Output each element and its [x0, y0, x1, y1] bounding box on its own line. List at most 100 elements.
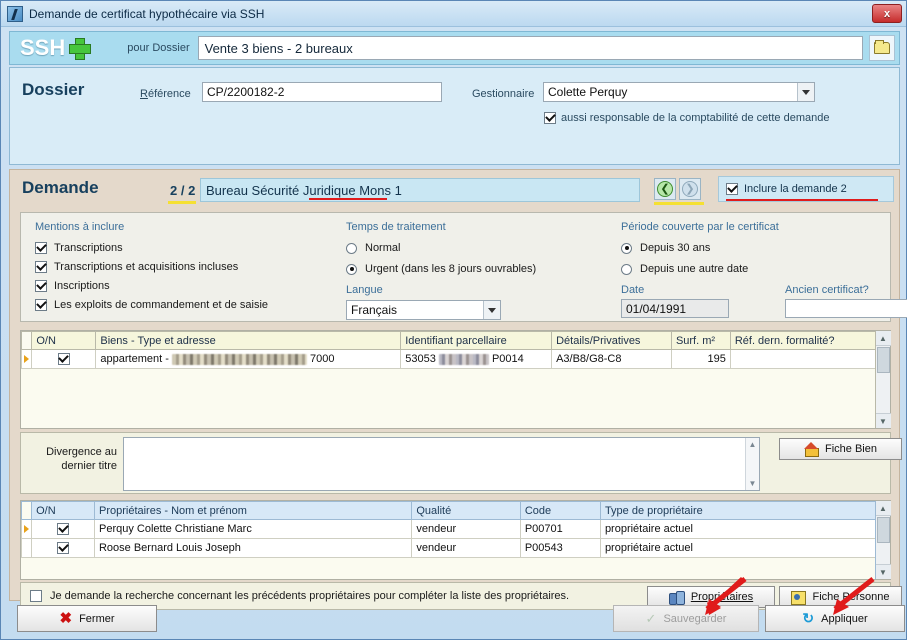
prop-cell-code-0[interactable]: P00701	[519, 519, 601, 539]
biens-th-5[interactable]: Réf. dern. formalité?	[729, 331, 891, 350]
recherche-checkbox[interactable]	[30, 590, 42, 602]
prop-th-1[interactable]: Propriétaires - Nom et prénom	[93, 501, 413, 520]
date-input[interactable]: 01/04/1991	[621, 299, 729, 318]
parcel-suffix: P0014	[491, 353, 524, 365]
prop-cell-qualite-0[interactable]: vendeur	[411, 519, 521, 539]
demande-nav-buttons: ❮ ❯	[654, 178, 701, 200]
proprietaires-scrollbar[interactable]: ▲ ▼	[875, 501, 891, 579]
scroll-thumb[interactable]	[876, 517, 890, 543]
mentions-checkbox-2[interactable]	[35, 280, 47, 292]
temps-radio-normal[interactable]	[346, 242, 357, 254]
periode-radio-autre[interactable]	[621, 263, 632, 275]
close-x-icon: ✖	[59, 610, 73, 627]
sauvegarder-label: Sauvegarder	[663, 612, 727, 625]
arrow-right-circle-icon: ❯	[682, 181, 698, 197]
bureau-field[interactable]: Bureau Sécurité Juridique Mons 1	[200, 178, 640, 202]
prop-cell-code-1[interactable]: P00543	[519, 538, 601, 558]
scroll-down-icon[interactable]: ▼	[875, 413, 891, 428]
mentions-item-0[interactable]: Transcriptions	[35, 242, 335, 254]
divergence-textarea[interactable]: ▲ ▼	[123, 437, 760, 491]
inclure-demande-label: Inclure la demande 2	[744, 183, 847, 195]
biens-cell-ref[interactable]	[729, 349, 891, 369]
prop-th-0[interactable]: O/N	[31, 501, 95, 520]
temps-item-0[interactable]: Normal	[346, 242, 606, 254]
biens-th-2[interactable]: Identifiant parcellaire	[400, 331, 553, 350]
periode-radio-30ans[interactable]	[621, 242, 632, 254]
options-group: Mentions à inclure Transcriptions Transc…	[20, 212, 907, 322]
table-row[interactable]: Perquy Colette Christiane Marc vendeur P…	[20, 519, 891, 539]
ancien-certificat-input[interactable]	[785, 299, 907, 318]
biens-th-0[interactable]: O/N	[31, 331, 97, 350]
periode-item-1[interactable]: Depuis une autre date	[621, 263, 886, 275]
ssh-header-band: SSH pour Dossier Vente 3 biens - 2 burea…	[9, 31, 900, 65]
biens-cell-parcelle[interactable]: 53053 P0014	[400, 349, 553, 369]
mentions-item-2[interactable]: Inscriptions	[35, 280, 335, 292]
table-row[interactable]: appartement - 7000 53053 P0014 A3/B8/G8-…	[20, 349, 891, 369]
prop-th-4[interactable]: Type de propriétaire	[599, 501, 891, 520]
dossier-field[interactable]: Vente 3 biens - 2 bureaux	[197, 36, 863, 60]
previous-demande-button[interactable]: ❮	[654, 178, 676, 200]
scroll-up-icon[interactable]: ▲	[749, 440, 757, 449]
mentions-item-3[interactable]: Les exploits de commandement et de saisi…	[35, 299, 335, 311]
biens-th-1[interactable]: Biens - Type et adresse	[95, 331, 402, 350]
scroll-down-icon[interactable]: ▼	[749, 479, 757, 488]
chevron-down-icon[interactable]	[483, 301, 500, 319]
scroll-up-icon[interactable]: ▲	[875, 501, 891, 516]
biens-th-3[interactable]: Détails/Privatives	[551, 331, 672, 350]
divergence-scrollbar[interactable]: ▲ ▼	[745, 438, 759, 490]
mentions-checkbox-0[interactable]	[35, 242, 47, 254]
mentions-checkbox-3[interactable]	[35, 299, 47, 311]
table-row[interactable]: Roose Bernard Louis Joseph vendeur P0054…	[20, 538, 891, 558]
gestionnaire-select[interactable]: Colette Perquy	[543, 82, 815, 102]
refresh-icon: ↻	[802, 610, 815, 626]
prop-cell-qualite-1[interactable]: vendeur	[411, 538, 521, 558]
biens-cell-surface[interactable]: 195	[670, 349, 731, 369]
scroll-down-icon[interactable]: ▼	[875, 564, 891, 579]
temps-item-1[interactable]: Urgent (dans les 8 jours ouvrables)	[346, 263, 606, 275]
redacted-parcel	[438, 353, 489, 365]
appliquer-button[interactable]: ↻ Appliquer	[765, 605, 905, 632]
close-button[interactable]: x	[872, 4, 902, 23]
reference-input[interactable]: CP/2200182-2	[202, 82, 442, 102]
biens-row-checkbox[interactable]	[57, 353, 70, 365]
prop-cell-type-0[interactable]: propriétaire actuel	[599, 519, 891, 539]
periode-column: Période couverte par le certificat Depui…	[621, 221, 907, 318]
scroll-up-icon[interactable]: ▲	[875, 331, 891, 346]
responsable-checkbox[interactable]	[544, 112, 556, 124]
fiche-bien-button[interactable]: Fiche Bien	[779, 438, 902, 460]
biens-cell-adresse[interactable]: appartement - 7000	[95, 349, 402, 369]
demande-header: Demande 2 / 2 Bureau Sécurité Juridique …	[10, 170, 899, 208]
biens-scrollbar[interactable]: ▲ ▼	[875, 331, 891, 428]
fermer-button[interactable]: ✖ Fermer	[17, 605, 157, 632]
prop-row-checkbox-1[interactable]	[57, 542, 70, 554]
biens-th-marker	[20, 331, 32, 350]
prop-cell-nom-1[interactable]: Roose Bernard Louis Joseph	[93, 538, 413, 558]
prop-cell-onoff-1[interactable]	[31, 538, 95, 558]
next-demande-button[interactable]: ❯	[679, 178, 701, 200]
inclure-demande-checkbox[interactable]	[726, 183, 738, 195]
prop-th-2[interactable]: Qualité	[411, 501, 521, 520]
prop-cell-type-1[interactable]: propriétaire actuel	[599, 538, 891, 558]
nav-underline	[654, 202, 704, 205]
prop-cell-onoff-0[interactable]	[31, 519, 95, 539]
chevron-down-icon[interactable]	[797, 83, 814, 101]
langue-select[interactable]: Français	[346, 300, 501, 320]
appliquer-label: Appliquer	[821, 612, 868, 625]
sauvegarder-button[interactable]: ✓ Sauvegarder	[613, 605, 759, 632]
biens-th-4[interactable]: Surf. m²	[670, 331, 731, 350]
temps-radio-urgent[interactable]	[346, 263, 357, 275]
responsable-checkbox-row[interactable]: aussi responsable de la comptabilité de …	[544, 112, 829, 124]
periode-item-0[interactable]: Depuis 30 ans	[621, 242, 886, 254]
mentions-item-1[interactable]: Transcriptions et acquisitions incluses	[35, 261, 335, 273]
folder-button[interactable]	[869, 35, 895, 61]
periode-title: Période couverte par le certificat	[621, 221, 779, 233]
prop-th-3[interactable]: Code	[519, 501, 601, 520]
biens-cell-onoff[interactable]	[31, 349, 97, 369]
mentions-label-0: Transcriptions	[54, 242, 123, 254]
prop-cell-nom-0[interactable]: Perquy Colette Christiane Marc	[93, 519, 413, 539]
mentions-checkbox-1[interactable]	[35, 261, 47, 273]
scroll-thumb[interactable]	[876, 347, 890, 373]
mentions-title: Mentions à inclure	[35, 221, 125, 233]
biens-cell-details[interactable]: A3/B8/G8-C8	[551, 349, 672, 369]
prop-row-checkbox-0[interactable]	[57, 523, 70, 535]
